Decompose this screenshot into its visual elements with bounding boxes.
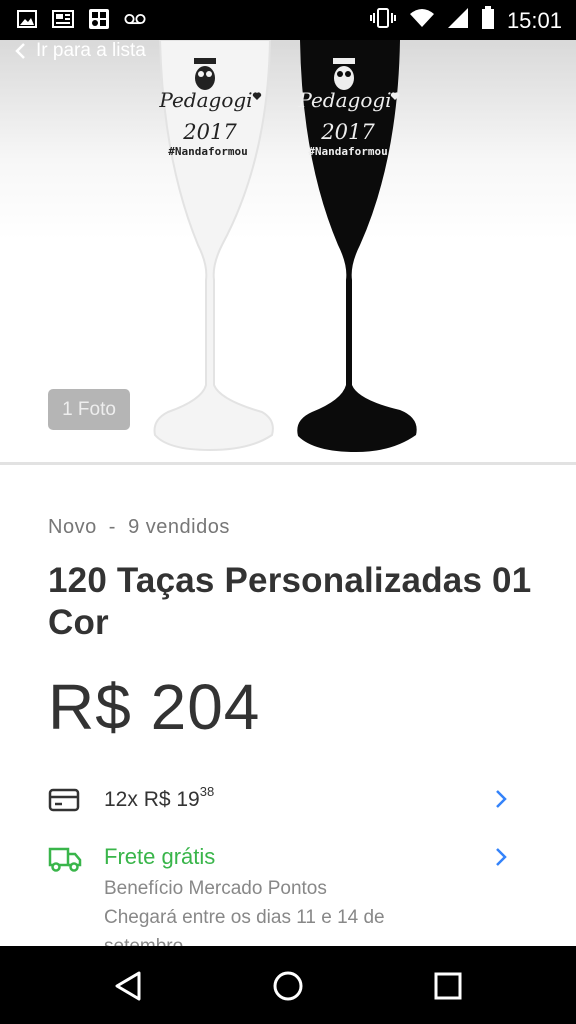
installments-row[interactable]: 12x R$ 1938 — [48, 784, 508, 817]
owl-icon-right — [333, 58, 355, 90]
installments-text: 12x R$ 1938 — [104, 784, 215, 812]
square-recents-icon — [434, 972, 462, 1000]
clock: 15:01 — [506, 7, 562, 33]
status-bar: 15:01 — [0, 0, 576, 40]
glass-text-year-right: 2017 — [321, 120, 375, 144]
product-photo[interactable]: Pedagogi 2017 #Nandaformou Pedagogi 2017… — [0, 40, 576, 462]
glass-text-brand-left: Pedagogi — [159, 88, 253, 112]
circle-home-icon — [273, 971, 303, 1001]
product-price: R$ 204 — [48, 671, 261, 743]
navigation-bar — [0, 946, 576, 1024]
wifi-icon — [409, 8, 435, 33]
divider — [0, 462, 576, 465]
voicemail-icon — [124, 8, 146, 30]
image-icon — [16, 8, 38, 30]
free-shipping-label: Frete grátis — [104, 844, 216, 869]
truck-icon — [48, 846, 82, 877]
news-icon — [52, 8, 74, 30]
recents-nav-button[interactable] — [430, 968, 466, 1004]
product-title: 120 Taças Personalizadas 01 Cor — [48, 561, 532, 642]
vibrate-icon — [369, 7, 397, 34]
signal-icon — [447, 7, 469, 34]
glass-text-hashtag-right: #Nandaformou — [308, 145, 388, 158]
chevron-right-icon[interactable] — [494, 788, 508, 815]
app-icon — [88, 8, 110, 30]
installments-amount: 12x R$ 19 — [104, 788, 200, 811]
shipping-row[interactable]: Frete grátis Benefício Mercado Pontos Ch… — [48, 844, 508, 957]
back-nav-button[interactable] — [110, 968, 146, 1004]
chevron-right-icon[interactable] — [494, 846, 508, 873]
back-button[interactable]: Ir para a lista — [14, 40, 146, 62]
home-nav-button[interactable] — [270, 968, 306, 1004]
battery-icon — [481, 6, 495, 35]
glass-text-brand-right: Pedagogi — [298, 88, 392, 112]
triangle-back-icon — [115, 971, 141, 1001]
credit-card-icon — [48, 788, 80, 817]
owl-icon-left — [194, 58, 216, 90]
shipping-arrival: Chegará entre os dias 11 e 14 de — [104, 907, 385, 928]
notification-icons — [16, 8, 146, 30]
glass-text-year-left: 2017 — [183, 120, 237, 144]
condition-sold-text: Novo - 9 vendidos — [48, 516, 230, 538]
glass-text-hashtag-left: #Nandaformou — [168, 145, 248, 158]
photo-count-badge[interactable]: 1 Foto — [48, 389, 130, 430]
back-label: Ir para a lista — [36, 40, 146, 61]
chevron-left-icon — [15, 43, 25, 59]
shipping-benefit: Benefício Mercado Pontos — [104, 878, 327, 899]
installments-cents: 38 — [199, 784, 215, 799]
system-icons: 15:01 — [369, 6, 562, 35]
